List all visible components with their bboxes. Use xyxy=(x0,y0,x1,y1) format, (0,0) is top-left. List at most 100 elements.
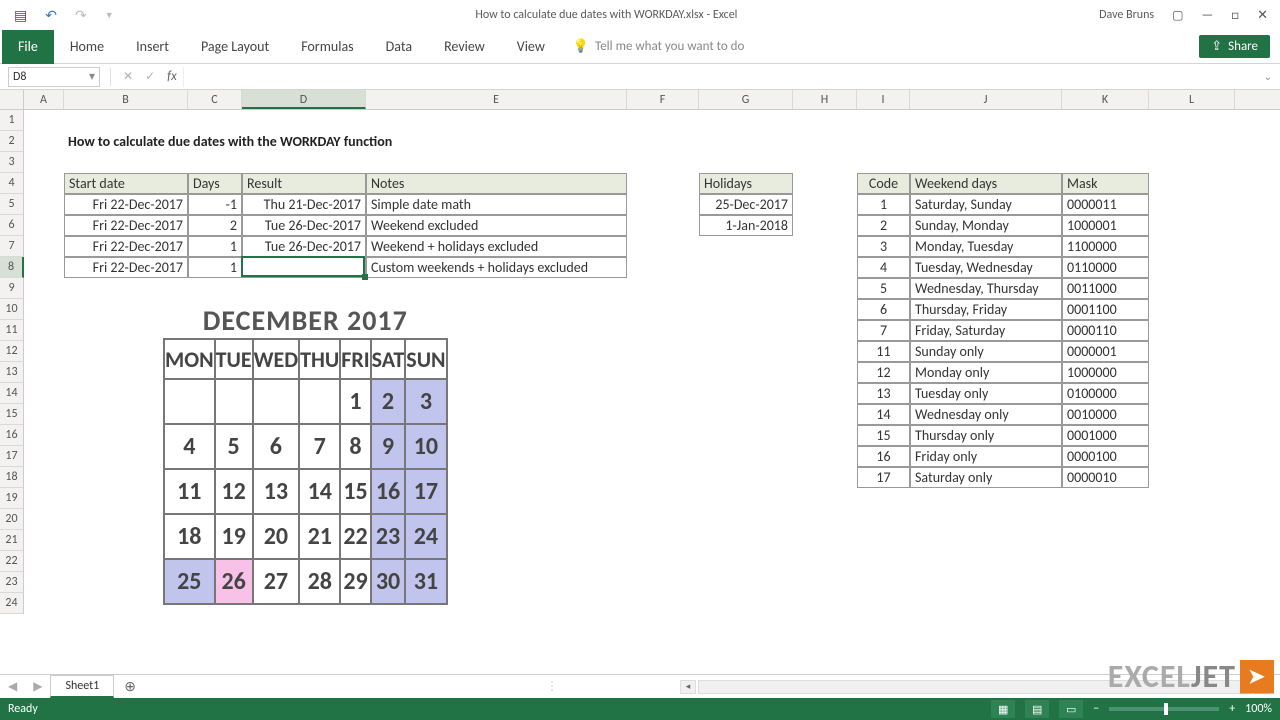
calendar-cell[interactable]: 28 xyxy=(299,559,340,604)
cell-K8[interactable]: 0110000 xyxy=(1062,257,1149,278)
calendar-cell[interactable]: 15 xyxy=(340,469,370,514)
cell-J18[interactable]: Saturday only xyxy=(910,467,1062,488)
calendar-cell[interactable]: 19 xyxy=(215,514,253,559)
cell-B4[interactable]: Start date xyxy=(64,173,188,194)
new-sheet-icon[interactable]: ⊕ xyxy=(114,678,146,695)
cell-J8[interactable]: Tuesday, Wednesday xyxy=(910,257,1062,278)
tab-review[interactable]: Review xyxy=(428,30,501,64)
cell-I6[interactable]: 2 xyxy=(857,215,910,236)
cell-J10[interactable]: Thursday, Friday xyxy=(910,299,1062,320)
cell-B7[interactable]: Fri 22-Dec-2017 xyxy=(64,236,188,257)
calendar-cell[interactable]: 4 xyxy=(164,424,215,469)
calendar-cell[interactable]: 17 xyxy=(405,469,446,514)
cell-E7[interactable]: Weekend + holidays excluded xyxy=(366,236,627,257)
calendar-cell[interactable]: 23 xyxy=(371,514,406,559)
cell-D7[interactable]: Tue 26-Dec-2017 xyxy=(242,236,366,257)
cell-J12[interactable]: Sunday only xyxy=(910,341,1062,362)
col-header[interactable]: L xyxy=(1149,90,1235,109)
calendar-cell[interactable]: 5 xyxy=(215,424,253,469)
calendar-cell[interactable]: 18 xyxy=(164,514,215,559)
cell-K13[interactable]: 1000000 xyxy=(1062,362,1149,383)
cell-C8[interactable]: 1 xyxy=(188,257,242,278)
cell-J17[interactable]: Friday only xyxy=(910,446,1062,467)
row-header[interactable]: 5 xyxy=(0,194,24,215)
calendar-cell[interactable]: 25 xyxy=(164,559,215,604)
calendar-cell[interactable]: 10 xyxy=(405,424,446,469)
select-all-corner[interactable] xyxy=(0,90,24,109)
tab-home[interactable]: Home xyxy=(54,30,120,64)
cell-K6[interactable]: 1000001 xyxy=(1062,215,1149,236)
calendar-cell[interactable]: 2 xyxy=(371,379,406,424)
save-icon[interactable]: ▤ xyxy=(14,7,27,24)
cell-C4[interactable]: Days xyxy=(188,173,242,194)
cell-I15[interactable]: 14 xyxy=(857,404,910,425)
calendar-cell[interactable] xyxy=(215,379,253,424)
row-header[interactable]: 9 xyxy=(0,278,24,299)
row-header[interactable]: 6 xyxy=(0,215,24,236)
row-header[interactable]: 4 xyxy=(0,173,24,194)
col-header[interactable]: E xyxy=(366,90,627,109)
cell-B8[interactable]: Fri 22-Dec-2017 xyxy=(64,257,188,278)
row-header[interactable]: 1 xyxy=(0,110,24,131)
zoom-in-icon[interactable]: + xyxy=(1229,702,1235,716)
cell-J16[interactable]: Thursday only xyxy=(910,425,1062,446)
cell-D8[interactable] xyxy=(242,257,366,278)
calendar-cell[interactable]: 1 xyxy=(340,379,370,424)
redo-icon[interactable]: ↷ xyxy=(75,7,87,24)
cell-K12[interactable]: 0000001 xyxy=(1062,341,1149,362)
cell-J15[interactable]: Wednesday only xyxy=(910,404,1062,425)
spreadsheet-grid[interactable]: A B C D E F G H I J K L 1234567891011121… xyxy=(0,90,1280,684)
cell-K15[interactable]: 0010000 xyxy=(1062,404,1149,425)
row-header[interactable]: 14 xyxy=(0,383,24,404)
cell-I18[interactable]: 17 xyxy=(857,467,910,488)
cell-J4[interactable]: Weekend days xyxy=(910,173,1062,194)
cell-I9[interactable]: 5 xyxy=(857,278,910,299)
calendar-cell[interactable] xyxy=(253,379,300,424)
tab-page-layout[interactable]: Page Layout xyxy=(185,30,285,64)
sheet-tab[interactable]: Sheet1 xyxy=(50,675,114,698)
undo-icon[interactable]: ↶ xyxy=(45,7,57,24)
col-header[interactable]: K xyxy=(1062,90,1149,109)
cell-E4[interactable]: Notes xyxy=(366,173,627,194)
cell-B2[interactable]: How to calculate due dates with the WORK… xyxy=(64,131,564,152)
col-header[interactable]: J xyxy=(910,90,1062,109)
row-header[interactable]: 7 xyxy=(0,236,24,257)
cell-G4[interactable]: Holidays xyxy=(699,173,793,194)
calendar-cell[interactable]: 3 xyxy=(405,379,446,424)
cell-I12[interactable]: 11 xyxy=(857,341,910,362)
close-icon[interactable]: ✕ xyxy=(1257,8,1268,23)
col-header[interactable]: G xyxy=(699,90,793,109)
calendar-cell[interactable]: 13 xyxy=(253,469,300,514)
cell-J7[interactable]: Monday, Tuesday xyxy=(910,236,1062,257)
enter-icon[interactable]: ✓ xyxy=(139,69,161,84)
cell-G5[interactable]: 25-Dec-2017 xyxy=(699,194,793,215)
row-header[interactable]: 21 xyxy=(0,530,24,551)
cell-I11[interactable]: 7 xyxy=(857,320,910,341)
col-header[interactable]: A xyxy=(24,90,64,109)
cell-K16[interactable]: 0001000 xyxy=(1062,425,1149,446)
calendar-cell[interactable]: 12 xyxy=(215,469,253,514)
calendar-cell[interactable]: 27 xyxy=(253,559,300,604)
row-header[interactable]: 16 xyxy=(0,425,24,446)
calendar-cell[interactable] xyxy=(164,379,215,424)
formula-input[interactable] xyxy=(183,67,1256,87)
row-header[interactable]: 12 xyxy=(0,341,24,362)
row-header[interactable]: 3 xyxy=(0,152,24,173)
row-header[interactable]: 13 xyxy=(0,362,24,383)
cell-C6[interactable]: 2 xyxy=(188,215,242,236)
cell-I8[interactable]: 4 xyxy=(857,257,910,278)
cell-I14[interactable]: 13 xyxy=(857,383,910,404)
cell-I10[interactable]: 6 xyxy=(857,299,910,320)
cell-I16[interactable]: 15 xyxy=(857,425,910,446)
cell-I5[interactable]: 1 xyxy=(857,194,910,215)
tab-formulas[interactable]: Formulas xyxy=(285,30,369,64)
calendar-cell[interactable]: 11 xyxy=(164,469,215,514)
cell-K5[interactable]: 0000011 xyxy=(1062,194,1149,215)
zoom-out-icon[interactable]: − xyxy=(1093,702,1099,716)
name-box[interactable]: D8 ▾ xyxy=(8,67,100,87)
cell-D4[interactable]: Result xyxy=(242,173,366,194)
next-sheet-icon[interactable]: ▶ xyxy=(25,679,50,694)
cell-I13[interactable]: 12 xyxy=(857,362,910,383)
expand-formula-icon[interactable]: ⌄ xyxy=(1256,70,1280,83)
cell-E8[interactable]: Custom weekends + holidays excluded xyxy=(366,257,627,278)
